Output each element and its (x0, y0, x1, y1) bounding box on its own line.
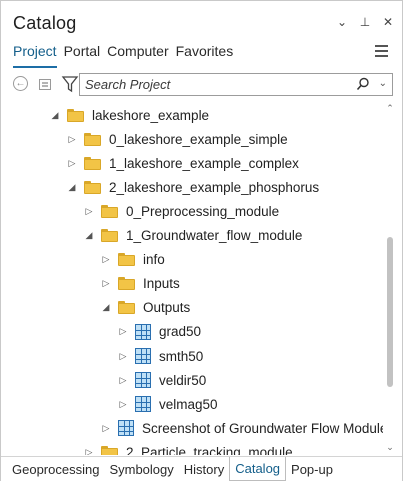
collapsed-caret-icon[interactable]: ▷ (66, 134, 78, 145)
menu-icon[interactable] (375, 45, 388, 57)
collapsed-caret-icon[interactable]: ▷ (83, 447, 95, 455)
tab-favorites[interactable]: Favorites (176, 41, 234, 67)
tab-symbology[interactable]: Symbology (104, 457, 178, 481)
dock-tabs: Geoprocessing Symbology History Catalog … (1, 456, 402, 481)
tree-item[interactable]: ▷ grad50 (117, 320, 201, 344)
collapsed-caret-icon[interactable]: ▷ (117, 351, 129, 362)
tree-item[interactable]: ▷ Inputs (100, 272, 180, 296)
tree-item-label: Screenshot of Groundwater Flow Module.p.… (142, 420, 383, 436)
pane-title-bar: Catalog ⌄ ⊥ ✕ (1, 1, 402, 37)
toolbar: ← ⌄ (9, 73, 395, 97)
folder-icon (101, 445, 118, 455)
collapsed-caret-icon[interactable]: ▷ (83, 206, 95, 217)
catalog-tabs: Project Portal Computer Favorites (13, 41, 234, 68)
raster-icon (135, 348, 151, 364)
tree-item[interactable]: ◢ 1_Groundwater_flow_module (83, 224, 303, 248)
pane-title: Catalog (13, 13, 77, 33)
tree-item-label: grad50 (159, 324, 202, 340)
tab-pop-up[interactable]: Pop-up (286, 457, 338, 481)
tree-item-label: 0_lakeshore_example_simple (109, 131, 288, 147)
tree-item[interactable]: ▷ 0_lakeshore_example_simple (66, 127, 288, 151)
expanded-caret-icon[interactable]: ◢ (100, 302, 112, 313)
tree-item-label: Outputs (143, 300, 191, 316)
tab-history[interactable]: History (179, 457, 229, 481)
collapsed-caret-icon[interactable]: ▷ (117, 375, 129, 386)
collapsed-caret-icon[interactable]: ▷ (117, 326, 129, 337)
tree-item-label: 1_lakeshore_example_complex (109, 155, 299, 171)
tree-item[interactable]: ▷ 1_lakeshore_example_complex (66, 151, 299, 175)
search-icon[interactable] (356, 77, 370, 91)
expanded-caret-icon[interactable]: ◢ (83, 230, 95, 241)
folder-icon (67, 108, 84, 122)
raster-icon (135, 396, 151, 413)
scrollbar-thumb[interactable] (387, 237, 393, 387)
raster-icon (118, 420, 134, 437)
tree-item[interactable]: ◢ 2_lakeshore_example_phosphorus (66, 175, 320, 199)
close-icon[interactable]: ✕ (382, 15, 394, 29)
tree-item-label: 1_Groundwater_flow_module (126, 228, 303, 243)
folder-icon (84, 132, 101, 146)
tree-item[interactable]: ▷ 0_Preprocessing_module (83, 199, 280, 223)
tree-item-label: Inputs (143, 276, 180, 292)
raster-icon (135, 323, 151, 340)
search-box[interactable]: ⌄ (79, 73, 393, 96)
collapsed-caret-icon[interactable]: ▷ (100, 423, 112, 434)
collapsed-caret-icon[interactable]: ▷ (100, 278, 112, 289)
search-input[interactable] (85, 76, 345, 93)
collapsed-caret-icon[interactable]: ▷ (117, 399, 129, 410)
tree-item[interactable]: ◢ lakeshore_example (49, 103, 210, 127)
folder-icon (84, 180, 101, 194)
tree-item-label: smth50 (159, 348, 204, 364)
tab-project[interactable]: Project (13, 41, 57, 68)
folder-icon (84, 156, 101, 170)
catalog-pane: Catalog ⌄ ⊥ ✕ Project Portal Computer Fa… (0, 0, 403, 481)
pin-icon[interactable]: ⊥ (359, 15, 371, 29)
tab-catalog[interactable]: Catalog (229, 457, 287, 481)
folder-icon (118, 301, 135, 315)
tree-item[interactable]: ◢ Outputs (100, 296, 191, 320)
tab-geoprocessing[interactable]: Geoprocessing (1, 457, 104, 481)
folder-icon (118, 253, 135, 267)
tree-item[interactable]: ▷ Screenshot of Groundwater Flow Module.p… (100, 416, 383, 440)
scroll-down-icon[interactable]: ⌄ (383, 442, 397, 453)
tree-item-label: lakeshore_example (92, 107, 210, 123)
tree-item[interactable]: ▷ veldir50 (117, 368, 206, 392)
tab-computer[interactable]: Computer (107, 41, 168, 67)
folder-icon (118, 277, 135, 291)
back-arrow-icon[interactable]: ← (13, 76, 28, 91)
tree-item-label: 0_Preprocessing_module (126, 203, 280, 219)
tree-item[interactable]: ▷ info (100, 248, 165, 272)
tree-item[interactable]: ▷ smth50 (117, 344, 203, 368)
tree-item[interactable]: ▷ velmag50 (117, 392, 218, 416)
folder-icon (101, 204, 118, 218)
chevron-down-icon[interactable]: ⌄ (336, 15, 348, 29)
tree-item-label: 2_lakeshore_example_phosphorus (109, 179, 320, 195)
vertical-scrollbar[interactable]: ⌃ ⌄ (383, 101, 397, 455)
project-home-icon[interactable] (37, 76, 53, 92)
folder-icon (101, 229, 118, 242)
scroll-up-icon[interactable]: ⌃ (383, 103, 397, 114)
collapsed-caret-icon[interactable]: ▷ (66, 158, 78, 169)
tree-item[interactable]: ▷ 2_Particle_tracking_module (83, 440, 293, 455)
filter-icon[interactable] (61, 75, 79, 93)
tree-item-label: info (143, 252, 165, 268)
window-controls: ⌄ ⊥ ✕ (336, 15, 394, 29)
tree-item-label: 2_Particle_tracking_module (126, 444, 293, 455)
collapsed-caret-icon[interactable]: ▷ (100, 254, 112, 265)
tree-item-label: veldir50 (159, 372, 207, 388)
search-options-dropdown-icon[interactable]: ⌄ (379, 78, 387, 89)
expanded-caret-icon[interactable]: ◢ (49, 110, 61, 121)
expanded-caret-icon[interactable]: ◢ (66, 182, 78, 193)
raster-icon (135, 372, 151, 389)
tree-item-label: velmag50 (159, 396, 218, 412)
catalog-tree: ◢ lakeshore_example ▷ 0_lakeshore_example_s… (1, 101, 383, 455)
tab-portal[interactable]: Portal (64, 41, 101, 67)
